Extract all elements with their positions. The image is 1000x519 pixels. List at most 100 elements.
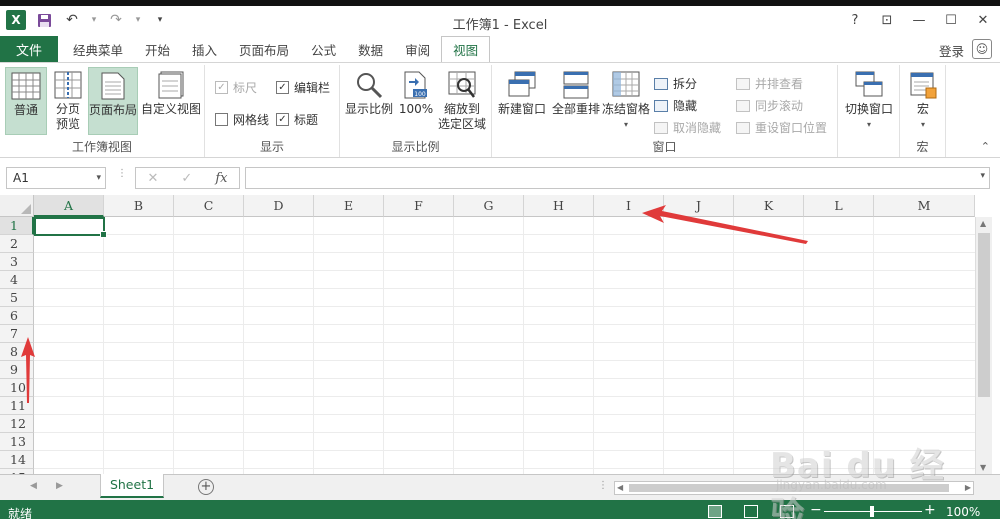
tab-classic-menu[interactable]: 经典菜单 (62, 36, 134, 62)
previous-sheet-icon[interactable]: ◀ (30, 481, 37, 491)
zoom-level[interactable]: 100% (946, 505, 980, 519)
column-header-g[interactable]: G (454, 195, 524, 217)
synchronous-scrolling-button[interactable]: 同步滚动 (736, 97, 803, 114)
enter-entry-icon[interactable]: ✓ (181, 171, 192, 186)
zoom-label: 显示比例 (344, 102, 393, 116)
headings-checkbox[interactable]: ✓ 标题 (276, 111, 318, 128)
column-header-c[interactable]: C (174, 195, 244, 217)
tab-page-layout[interactable]: 页面布局 (228, 36, 300, 62)
maximize-button[interactable]: ☐ (940, 10, 962, 30)
tab-insert[interactable]: 插入 (181, 36, 228, 62)
zoom-to-selection-button[interactable]: 缩放到 选定区域 (436, 67, 488, 135)
tab-review[interactable]: 审阅 (394, 36, 441, 62)
sheet-tab-sheet1[interactable]: Sheet1 (100, 474, 164, 498)
page-break-preview-label-1: 分页 (55, 102, 80, 116)
macros-button[interactable]: 宏 ▾ (904, 67, 942, 135)
expand-formula-bar-icon[interactable]: ▾ (980, 171, 985, 181)
zoom-button[interactable]: 显示比例 (344, 67, 394, 135)
zoom-to-selection-label-1: 缩放到 (443, 102, 480, 116)
row-header-14[interactable]: 14 (0, 451, 34, 469)
scroll-up-icon[interactable]: ▲ (980, 219, 986, 228)
freeze-panes-dropdown-icon[interactable]: ▾ (624, 117, 628, 132)
normal-view-button[interactable]: 普通 (5, 67, 47, 135)
worksheet-grid[interactable]: ABCDEFGHIJKLM 123456789101112131415 ▲ ▼ (0, 195, 1000, 487)
column-header-e[interactable]: E (314, 195, 384, 217)
row-header-1[interactable]: 1 (0, 217, 34, 235)
insert-function-icon[interactable]: fx (215, 171, 227, 186)
tab-file[interactable]: 文件 (0, 36, 58, 62)
row-header-12[interactable]: 12 (0, 415, 34, 433)
split-button[interactable]: 拆分 (654, 75, 697, 92)
row-header-6[interactable]: 6 (0, 307, 34, 325)
svg-text:100: 100 (414, 91, 426, 98)
scroll-right-icon[interactable]: ▶ (965, 483, 971, 492)
gridlines-checkbox[interactable]: 网格线 (215, 111, 269, 128)
feedback-smiley-icon[interactable]: ☺ (972, 39, 992, 59)
workbook-views-group-label: 工作簿视图 (71, 140, 132, 154)
column-header-m[interactable]: M (874, 195, 975, 217)
scroll-left-icon[interactable]: ◀ (617, 483, 623, 492)
vertical-scroll-thumb[interactable] (978, 233, 990, 397)
row-header-2[interactable]: 2 (0, 235, 34, 253)
freeze-panes-label: 冻结窗格 (602, 102, 651, 116)
row-header-5[interactable]: 5 (0, 289, 34, 307)
custom-views-button[interactable]: 自定义视图 (140, 67, 202, 135)
row-header-3[interactable]: 3 (0, 253, 34, 271)
column-header-f[interactable]: F (384, 195, 454, 217)
active-cell-a1[interactable] (34, 217, 107, 238)
row-header-13[interactable]: 13 (0, 433, 34, 451)
tab-formulas[interactable]: 公式 (300, 36, 347, 62)
ribbon-display-options-button[interactable]: ⊡ (876, 10, 898, 30)
formula-bar-grip-icon[interactable]: ⋮ (117, 169, 127, 179)
unhide-button[interactable]: 取消隐藏 (654, 119, 721, 136)
formula-bar-checkbox[interactable]: ✓ 编辑栏 (276, 79, 330, 96)
split-label: 拆分 (673, 77, 698, 91)
column-header-h[interactable]: H (524, 195, 594, 217)
column-header-b[interactable]: B (104, 195, 174, 217)
row-header-4[interactable]: 4 (0, 271, 34, 289)
page-layout-view-button[interactable]: 页面布局 (88, 67, 138, 135)
gridline-vertical (873, 217, 874, 474)
next-sheet-icon[interactable]: ▶ (56, 481, 63, 491)
hide-button[interactable]: 隐藏 (654, 97, 697, 114)
column-header-a[interactable]: A (34, 195, 104, 217)
page-layout-label: 页面布局 (89, 103, 138, 117)
tab-split-grip-icon[interactable]: ⋮ (598, 480, 608, 491)
macros-dropdown-icon[interactable]: ▾ (921, 117, 925, 132)
select-all-corner[interactable] (0, 195, 34, 217)
tab-view[interactable]: 视图 (441, 36, 491, 63)
switch-windows-dropdown-icon[interactable]: ▾ (867, 117, 871, 132)
ribbon-tabs: 经典菜单 开始 插入 页面布局 公式 数据 审阅 视图 (62, 36, 491, 63)
formula-input[interactable]: ▾ (245, 167, 990, 189)
sync-scroll-icon (736, 99, 750, 112)
reset-window-position-button[interactable]: 重设窗口位置 (736, 119, 827, 136)
minimize-button[interactable]: — (908, 10, 930, 30)
zoom-to-selection-label-2: 选定区域 (437, 117, 486, 131)
name-box-dropdown-icon[interactable]: ▾ (96, 168, 101, 188)
zoom-100-button[interactable]: 100 100% (398, 67, 434, 135)
help-button[interactable]: ? (844, 10, 866, 30)
new-window-button[interactable]: 新建窗口 (496, 67, 548, 135)
tab-home[interactable]: 开始 (134, 36, 181, 62)
ruler-checkbox[interactable]: ✓ 标尺 (215, 79, 257, 96)
normal-view-status-icon[interactable] (708, 505, 722, 518)
vertical-scrollbar[interactable]: ▲ ▼ (975, 217, 992, 474)
arrange-all-button[interactable]: 全部重排 (550, 67, 602, 135)
scroll-down-icon[interactable]: ▼ (980, 463, 986, 472)
macros-label: 宏 (916, 102, 929, 116)
login-link[interactable]: 登录 (939, 41, 964, 60)
column-header-d[interactable]: D (244, 195, 314, 217)
cancel-entry-icon[interactable]: ✕ (148, 171, 159, 186)
add-sheet-icon[interactable]: + (198, 479, 214, 495)
page-layout-status-icon[interactable] (744, 505, 758, 518)
freeze-panes-button[interactable]: 冻结窗格 ▾ (602, 67, 650, 135)
view-side-by-side-button[interactable]: 并排查看 (736, 75, 803, 92)
ribbon: 普通 分页 预览 页面布局 自定义视图 工作簿视图 ✓ 标尺 ✓ 编辑栏 网格线… (0, 62, 1000, 158)
page-break-preview-button[interactable]: 分页 预览 (50, 67, 86, 135)
collapse-ribbon-icon[interactable]: ⌃ (981, 140, 990, 153)
group-show: ✓ 标尺 ✓ 编辑栏 网格线 ✓ 标题 显示 (205, 65, 340, 157)
tab-data[interactable]: 数据 (347, 36, 394, 62)
close-button[interactable]: ✕ (972, 10, 994, 30)
switch-windows-button[interactable]: 切换窗口 ▾ (840, 67, 898, 135)
name-box[interactable]: A1 ▾ (6, 167, 106, 189)
